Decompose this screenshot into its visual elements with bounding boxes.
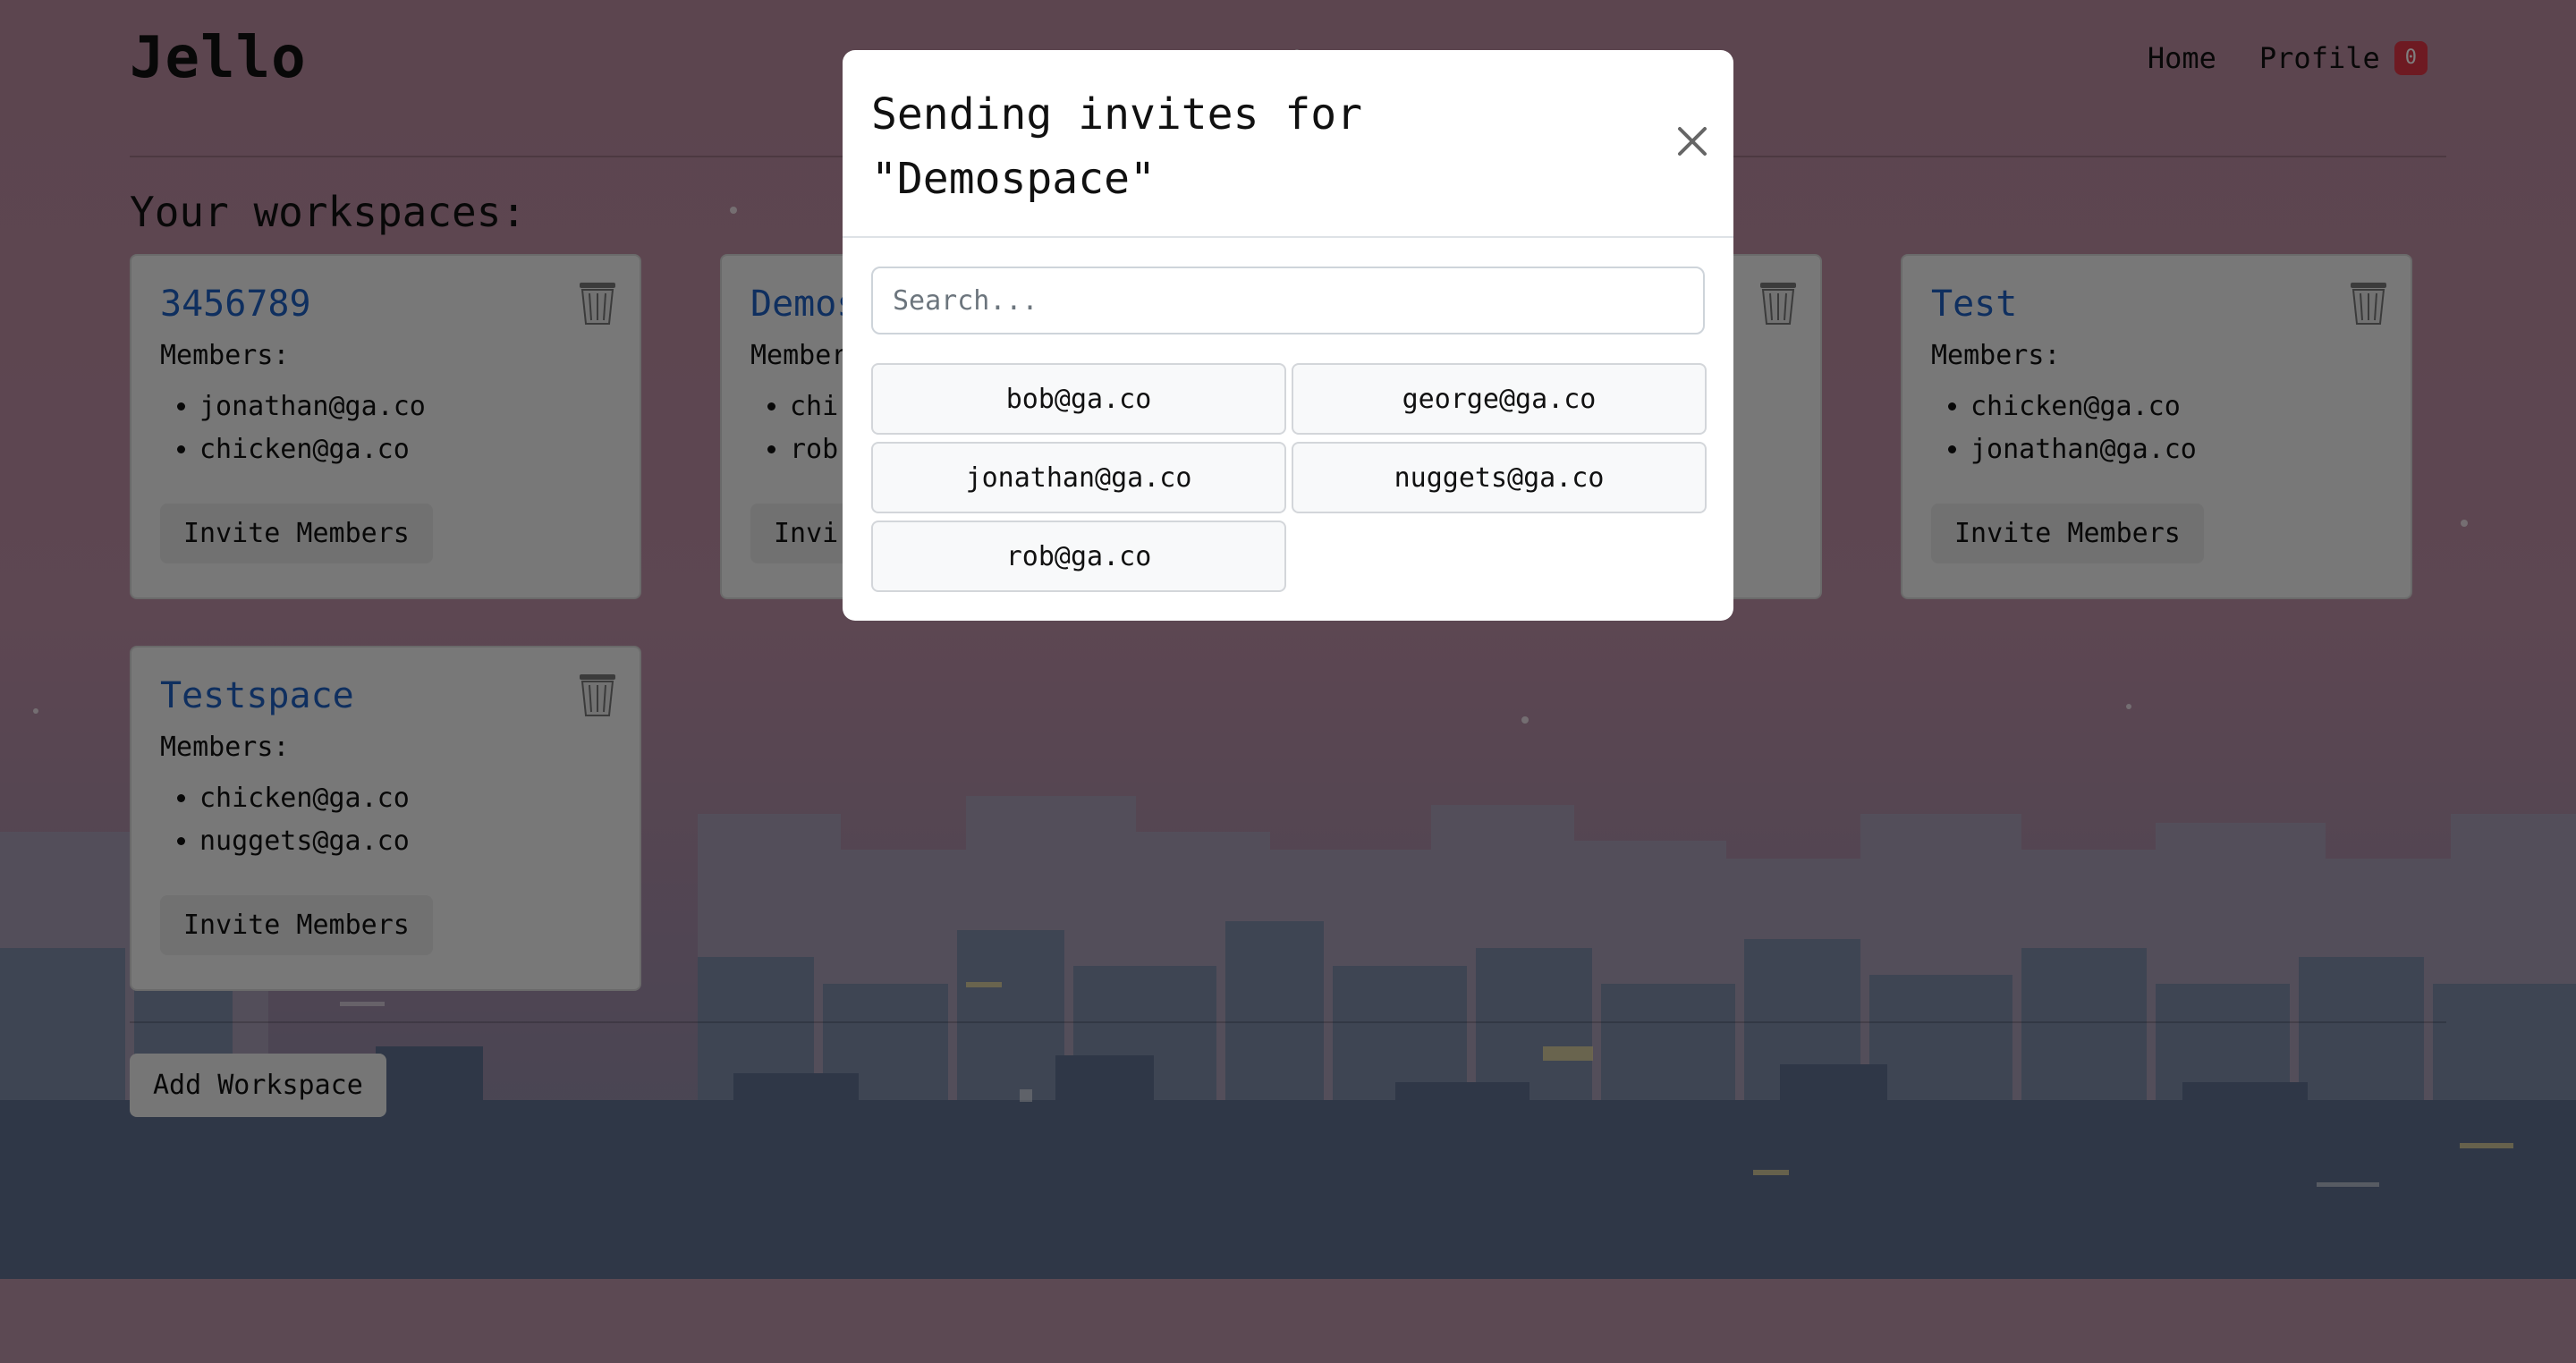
search-input[interactable] — [871, 267, 1705, 334]
close-icon — [1678, 127, 1707, 156]
user-list: bob@ga.co george@ga.co jonathan@ga.co nu… — [871, 363, 1707, 592]
close-button[interactable] — [1671, 120, 1714, 163]
user-invite-button[interactable]: jonathan@ga.co — [871, 442, 1286, 513]
user-invite-button[interactable]: george@ga.co — [1292, 363, 1707, 435]
user-invite-button[interactable]: nuggets@ga.co — [1292, 442, 1707, 513]
modal-body: bob@ga.co george@ga.co jonathan@ga.co nu… — [843, 238, 1733, 621]
user-invite-button[interactable]: bob@ga.co — [871, 363, 1286, 435]
modal-title: Sending invites for "Demospace" — [871, 89, 1363, 204]
invite-modal: Sending invites for "Demospace" bob@ga.c… — [843, 50, 1733, 621]
user-invite-button[interactable]: rob@ga.co — [871, 521, 1286, 592]
modal-header: Sending invites for "Demospace" — [843, 50, 1733, 238]
